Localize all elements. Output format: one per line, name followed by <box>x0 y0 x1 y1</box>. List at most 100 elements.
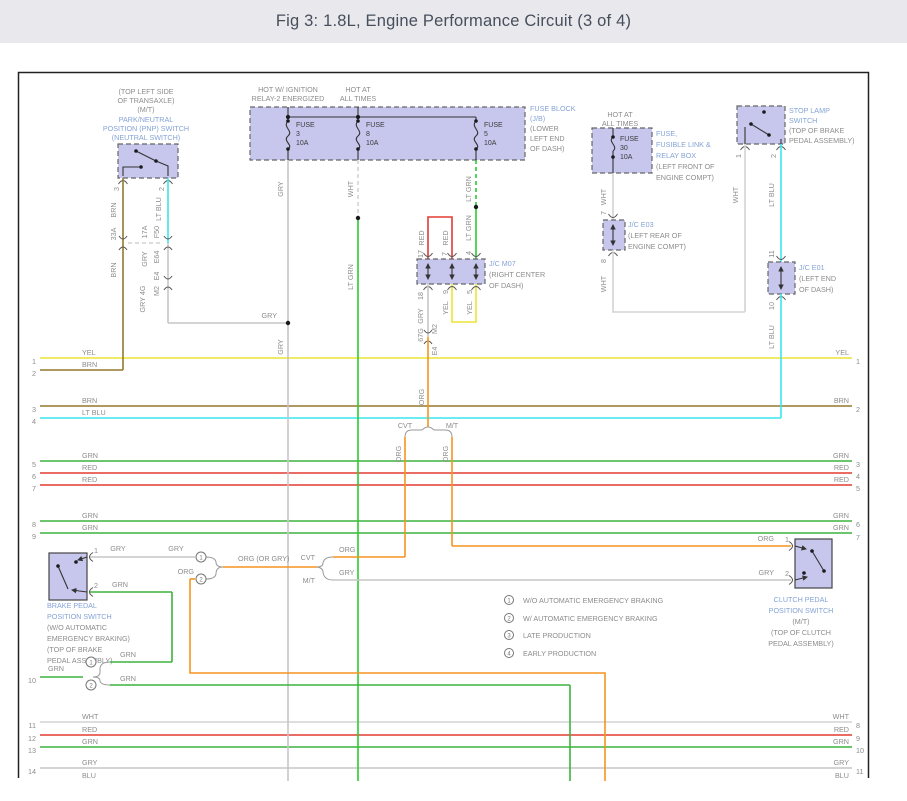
terminal-number: 7 <box>440 252 449 256</box>
terminal-number: 2 <box>157 187 166 191</box>
switch-location: (TOP OF BRAKE <box>47 645 102 654</box>
contact-dot <box>802 571 806 575</box>
jc-name: J/C M07 <box>489 259 516 268</box>
fuse-relay-box: HOT AT ALL TIMES FUSE 30 10A FUSE, FUSIB… <box>592 110 715 220</box>
wire-label-ltgrn: LT GRN <box>464 176 473 202</box>
row-number: 4 <box>856 472 860 481</box>
mt-label: M/T <box>303 576 316 585</box>
wire-label-brn: BRN <box>109 262 118 277</box>
wire-label-gry: GRY <box>416 308 425 324</box>
row-color-label: RED <box>82 475 97 484</box>
row-color-label: GRN <box>833 523 849 532</box>
fuse-block-location: LEFT END <box>530 134 565 143</box>
wire-label-wht: WHT <box>346 180 355 197</box>
page-title: Fig 3: 1.8L, Engine Performance Circuit … <box>276 12 631 31</box>
diagram-border <box>19 73 869 779</box>
fuse-rating: 10A <box>296 140 309 147</box>
row-color-label: GRY <box>834 758 850 767</box>
terminal-number: 2 <box>94 581 98 590</box>
fuse-label: FUSE <box>620 136 639 143</box>
fuse-number: 8 <box>366 131 370 138</box>
row-color-label: WHT <box>833 712 850 721</box>
terminal-number: 9 <box>441 290 450 294</box>
connector-label: 67G <box>416 328 425 342</box>
fuse-block-location: (LOWER <box>530 124 559 133</box>
contact-dot <box>139 165 143 169</box>
wiring-diagram-canvas: YEL 1 BRN 2 BRN 3 LT BLU 4 GRN 5 RED 6 R… <box>0 43 907 801</box>
power-label: RELAY-2 ENERGIZED <box>252 94 325 103</box>
wire-label-red: RED <box>441 230 450 245</box>
fuse-label: FUSE <box>296 122 315 129</box>
fuse-number: 5 <box>484 131 488 138</box>
pnp-switch-body <box>118 144 178 178</box>
contact-dot <box>767 133 771 137</box>
connector-label: E4 <box>152 272 161 281</box>
wire-label-wht: WHT <box>599 275 608 292</box>
row10-split: 1 2 GRN GRN <box>86 650 570 781</box>
wire-label-org: ORG <box>178 567 195 576</box>
wire-label-ltblu: LT BLU <box>767 325 776 349</box>
row-color-label: RED <box>834 725 849 734</box>
row-number: 5 <box>32 460 36 469</box>
split-brace <box>93 662 110 685</box>
row-number: 3 <box>856 460 860 469</box>
wire-label-yel: YEL <box>465 301 474 315</box>
pnp-location: OF TRANSAXLE) <box>118 96 175 105</box>
wire-label-red: RED <box>417 230 426 245</box>
terminal-number: 3 <box>112 187 121 191</box>
fuse-block: HOT W/ IGNITION RELAY-2 ENERGIZED HOT AT… <box>250 85 576 781</box>
mt-label: M/T <box>446 421 459 430</box>
fuse-label: FUSE <box>484 122 503 129</box>
stop-lamp-body <box>737 106 785 144</box>
wire-label-org: ORG <box>441 445 450 462</box>
fuse-label: FUSE <box>366 122 385 129</box>
row-labels-right: YEL 1 BRN 2 GRN 3 RED 4 RED 5 GRN 6 GRN … <box>833 348 864 791</box>
row-color-label: RED <box>82 725 97 734</box>
title-bar: Fig 3: 1.8L, Engine Performance Circuit … <box>0 0 907 43</box>
contact-dot <box>56 564 60 568</box>
screen: Fig 3: 1.8L, Engine Performance Circuit … <box>0 0 907 801</box>
terminal-number: 1 <box>94 546 98 555</box>
fuse-dot <box>611 155 615 159</box>
row-color-label: RED <box>834 475 849 484</box>
cvt-label: CVT <box>398 421 413 430</box>
row-color-label: GRN <box>82 511 98 520</box>
fuse-number: 30 <box>620 145 628 152</box>
contact-dot <box>810 549 814 553</box>
contact-dot <box>749 122 753 126</box>
wire-label-org: ORG <box>758 534 775 543</box>
wire-label-gry4g: GRY 4G <box>138 285 147 312</box>
jc-e03: 7 8 J/C E03 (LEFT REAR OF ENGINE COMPT) … <box>599 211 745 312</box>
terminal-number: 5 <box>465 290 474 294</box>
connector-label: E4 <box>430 347 439 356</box>
split-brace <box>317 557 333 580</box>
jc-location: OF DASH) <box>489 281 523 290</box>
wire-label-gry: GRY <box>168 544 184 553</box>
switch-name: POSITION SWITCH <box>769 606 834 615</box>
terminal-number: 1 <box>785 535 789 544</box>
pnp-name: PARK/NEUTRAL <box>119 115 174 124</box>
wire-label-ltgrn: LT GRN <box>464 215 473 241</box>
switch-location: (W/O AUTOMATIC <box>47 623 107 632</box>
jc-location: ENGINE COMPT) <box>628 242 686 251</box>
contact-dot <box>134 149 138 153</box>
relay-box-location: (LEFT FRONT OF <box>656 162 715 171</box>
row-number: 7 <box>32 484 36 493</box>
wire-label-ltblu: LT BLU <box>154 197 163 221</box>
wire-label-grn: GRN <box>120 650 136 659</box>
fuse-rating: 10A <box>366 140 379 147</box>
row-number: 9 <box>32 532 36 541</box>
row-number: 11 <box>29 721 36 730</box>
wire-label-gry: GRY <box>110 544 126 553</box>
jc-e01: 11 10 J/C E01 (LEFT END OF DASH) LT BLU <box>767 250 836 418</box>
switch-location: (M/T) <box>792 617 809 626</box>
terminal-number: 1 <box>734 154 743 158</box>
switch-location: (TOP OF BRAKE <box>789 126 844 135</box>
terminal-number: 10 <box>767 302 776 310</box>
wire-label-org: ORG <box>417 388 426 405</box>
jc-name: J/C E01 <box>799 263 825 272</box>
relay-box-name: FUSE, <box>656 129 677 138</box>
wire-label-grn: GRN <box>120 674 136 683</box>
junction-dot <box>474 205 478 209</box>
terminal-number: 8 <box>599 259 608 263</box>
